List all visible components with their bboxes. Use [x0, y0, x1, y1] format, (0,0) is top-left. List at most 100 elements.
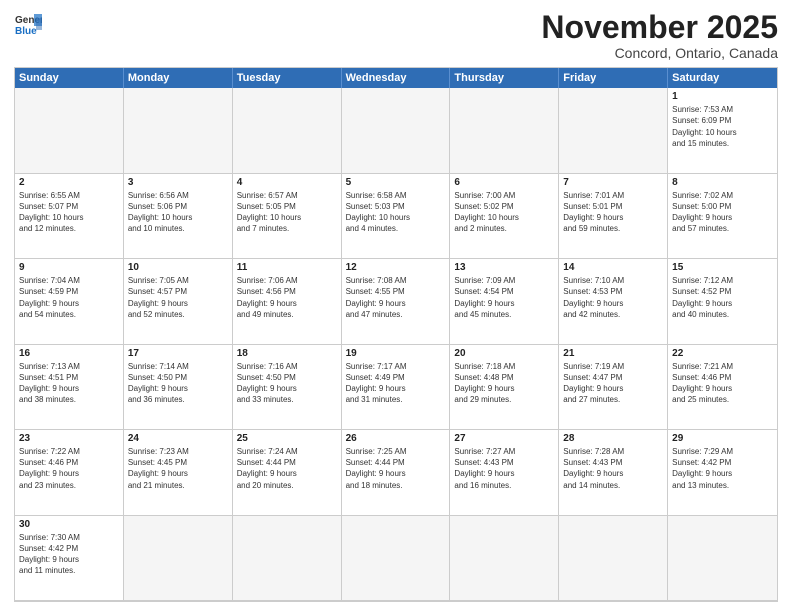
cell-info: Sunrise: 7:30 AM Sunset: 4:42 PM Dayligh… — [19, 532, 119, 577]
calendar-cell-13: 13Sunrise: 7:09 AM Sunset: 4:54 PM Dayli… — [450, 259, 559, 344]
calendar-cell-empty — [342, 88, 451, 173]
calendar-cell-9: 9 Sunrise: 7:04 AM Sunset: 4:59 PM Daylig… — [15, 259, 124, 344]
calendar-cell-22: 22Sunrise: 7:21 AM Sunset: 4:46 PM Dayli… — [668, 345, 777, 430]
calendar-cell-11: 11 Sunrise: 7:06 AM Sunset: 4:56 PM Dayli… — [233, 259, 342, 344]
calendar-cell-empty — [124, 516, 233, 601]
logo-icon: General Blue — [14, 10, 42, 38]
cell-date-number: 1 — [672, 91, 773, 102]
calendar-cell-8: 8Sunrise: 7:02 AM Sunset: 5:00 PM Daylig… — [668, 174, 777, 259]
cell-info: Sunrise: 7:27 AM Sunset: 4:43 PM Dayligh… — [454, 446, 554, 491]
cell-info: Sunrise: 7:18 AM Sunset: 4:48 PM Dayligh… — [454, 361, 554, 406]
calendar-cell-5: 5 Sunrise: 6:58 AM Sunset: 5:03 PM Daylig… — [342, 174, 451, 259]
cell-date-number: 28 — [563, 433, 663, 444]
cell-date-number: 25 — [237, 433, 337, 444]
cell-info: Sunrise: 7:00 AM Sunset: 5:02 PM Dayligh… — [454, 190, 554, 235]
cell-info: Sunrise: 7:04 AM Sunset: 4:59 PM Dayligh… — [19, 275, 119, 320]
cell-info: Sunrise: 7:22 AM Sunset: 4:46 PM Dayligh… — [19, 446, 119, 491]
day-header-tuesday: Tuesday — [233, 68, 342, 88]
cell-info: Sunrise: 7:53 AM Sunset: 6:09 PM Dayligh… — [672, 104, 773, 149]
cell-date-number: 23 — [19, 433, 119, 444]
calendar-cell-12: 12 Sunrise: 7:08 AM Sunset: 4:55 PM Dayli… — [342, 259, 451, 344]
calendar-cell-25: 25 Sunrise: 7:24 AM Sunset: 4:44 PM Dayli… — [233, 430, 342, 515]
day-headers: SundayMondayTuesdayWednesdayThursdayFrid… — [15, 68, 777, 88]
cell-date-number: 14 — [563, 262, 663, 273]
calendar-cell-empty — [233, 516, 342, 601]
cell-date-number: 29 — [672, 433, 773, 444]
cell-date-number: 7 — [563, 177, 663, 188]
day-header-thursday: Thursday — [450, 68, 559, 88]
calendar-grid: 1 Sunrise: 7:53 AM Sunset: 6:09 PM Daylig… — [15, 88, 777, 601]
cell-info: Sunrise: 7:08 AM Sunset: 4:55 PM Dayligh… — [346, 275, 446, 320]
cell-date-number: 9 — [19, 262, 119, 273]
cell-info: Sunrise: 7:06 AM Sunset: 4:56 PM Dayligh… — [237, 275, 337, 320]
calendar-cell-empty — [233, 88, 342, 173]
cell-date-number: 12 — [346, 262, 446, 273]
cell-date-number: 15 — [672, 262, 773, 273]
cell-date-number: 24 — [128, 433, 228, 444]
title-area: November 2025 Concord, Ontario, Canada — [541, 10, 778, 61]
calendar-cell-10: 10Sunrise: 7:05 AM Sunset: 4:57 PM Dayli… — [124, 259, 233, 344]
cell-date-number: 10 — [128, 262, 228, 273]
cell-date-number: 2 — [19, 177, 119, 188]
cell-date-number: 11 — [237, 262, 337, 273]
cell-date-number: 5 — [346, 177, 446, 188]
cell-date-number: 21 — [563, 348, 663, 359]
cell-info: Sunrise: 6:55 AM Sunset: 5:07 PM Dayligh… — [19, 190, 119, 235]
calendar-cell-1: 1 Sunrise: 7:53 AM Sunset: 6:09 PM Daylig… — [668, 88, 777, 173]
calendar-cell-2: 2 Sunrise: 6:55 AM Sunset: 5:07 PM Daylig… — [15, 174, 124, 259]
calendar-cell-14: 14Sunrise: 7:10 AM Sunset: 4:53 PM Dayli… — [559, 259, 668, 344]
cell-date-number: 17 — [128, 348, 228, 359]
cell-date-number: 8 — [672, 177, 773, 188]
cell-info: Sunrise: 7:13 AM Sunset: 4:51 PM Dayligh… — [19, 361, 119, 406]
calendar-cell-6: 6 Sunrise: 7:00 AM Sunset: 5:02 PM Daylig… — [450, 174, 559, 259]
cell-date-number: 18 — [237, 348, 337, 359]
calendar: SundayMondayTuesdayWednesdayThursdayFrid… — [14, 67, 778, 602]
calendar-cell-empty — [15, 88, 124, 173]
calendar-cell-26: 26 Sunrise: 7:25 AM Sunset: 4:44 PM Dayli… — [342, 430, 451, 515]
cell-info: Sunrise: 6:58 AM Sunset: 5:03 PM Dayligh… — [346, 190, 446, 235]
day-header-monday: Monday — [124, 68, 233, 88]
cell-info: Sunrise: 7:12 AM Sunset: 4:52 PM Dayligh… — [672, 275, 773, 320]
calendar-cell-17: 17 Sunrise: 7:14 AM Sunset: 4:50 PM Dayli… — [124, 345, 233, 430]
cell-date-number: 6 — [454, 177, 554, 188]
calendar-cell-empty — [124, 88, 233, 173]
day-header-wednesday: Wednesday — [342, 68, 451, 88]
cell-date-number: 26 — [346, 433, 446, 444]
logo: General Blue — [14, 10, 42, 38]
calendar-cell-16: 16 Sunrise: 7:13 AM Sunset: 4:51 PM Dayli… — [15, 345, 124, 430]
svg-text:Blue: Blue — [15, 26, 37, 37]
cell-date-number: 13 — [454, 262, 554, 273]
day-header-sunday: Sunday — [15, 68, 124, 88]
cell-info: Sunrise: 7:24 AM Sunset: 4:44 PM Dayligh… — [237, 446, 337, 491]
page: General Blue November 2025 Concord, Onta… — [0, 0, 792, 612]
day-header-saturday: Saturday — [668, 68, 777, 88]
calendar-cell-empty — [668, 516, 777, 601]
cell-info: Sunrise: 7:23 AM Sunset: 4:45 PM Dayligh… — [128, 446, 228, 491]
calendar-cell-empty — [342, 516, 451, 601]
calendar-cell-7: 7 Sunrise: 7:01 AM Sunset: 5:01 PM Daylig… — [559, 174, 668, 259]
calendar-cell-28: 28 Sunrise: 7:28 AM Sunset: 4:43 PM Dayli… — [559, 430, 668, 515]
cell-info: Sunrise: 7:14 AM Sunset: 4:50 PM Dayligh… — [128, 361, 228, 406]
cell-date-number: 27 — [454, 433, 554, 444]
calendar-cell-18: 18 Sunrise: 7:16 AM Sunset: 4:50 PM Dayli… — [233, 345, 342, 430]
cell-date-number: 16 — [19, 348, 119, 359]
month-title: November 2025 — [541, 10, 778, 45]
cell-info: Sunrise: 7:25 AM Sunset: 4:44 PM Dayligh… — [346, 446, 446, 491]
cell-info: Sunrise: 7:01 AM Sunset: 5:01 PM Dayligh… — [563, 190, 663, 235]
cell-date-number: 19 — [346, 348, 446, 359]
calendar-cell-23: 23 Sunrise: 7:22 AM Sunset: 4:46 PM Dayli… — [15, 430, 124, 515]
calendar-cell-20: 20 Sunrise: 7:18 AM Sunset: 4:48 PM Dayli… — [450, 345, 559, 430]
day-header-friday: Friday — [559, 68, 668, 88]
cell-date-number: 30 — [19, 519, 119, 530]
calendar-cell-15: 15 Sunrise: 7:12 AM Sunset: 4:52 PM Dayli… — [668, 259, 777, 344]
cell-date-number: 4 — [237, 177, 337, 188]
cell-date-number: 3 — [128, 177, 228, 188]
calendar-cell-empty — [559, 516, 668, 601]
calendar-cell-empty — [559, 88, 668, 173]
cell-info: Sunrise: 7:28 AM Sunset: 4:43 PM Dayligh… — [563, 446, 663, 491]
cell-info: Sunrise: 6:56 AM Sunset: 5:06 PM Dayligh… — [128, 190, 228, 235]
cell-date-number: 20 — [454, 348, 554, 359]
calendar-cell-30: 30 Sunrise: 7:30 AM Sunset: 4:42 PM Dayli… — [15, 516, 124, 601]
calendar-cell-29: 29Sunrise: 7:29 AM Sunset: 4:42 PM Dayli… — [668, 430, 777, 515]
cell-info: Sunrise: 7:16 AM Sunset: 4:50 PM Dayligh… — [237, 361, 337, 406]
